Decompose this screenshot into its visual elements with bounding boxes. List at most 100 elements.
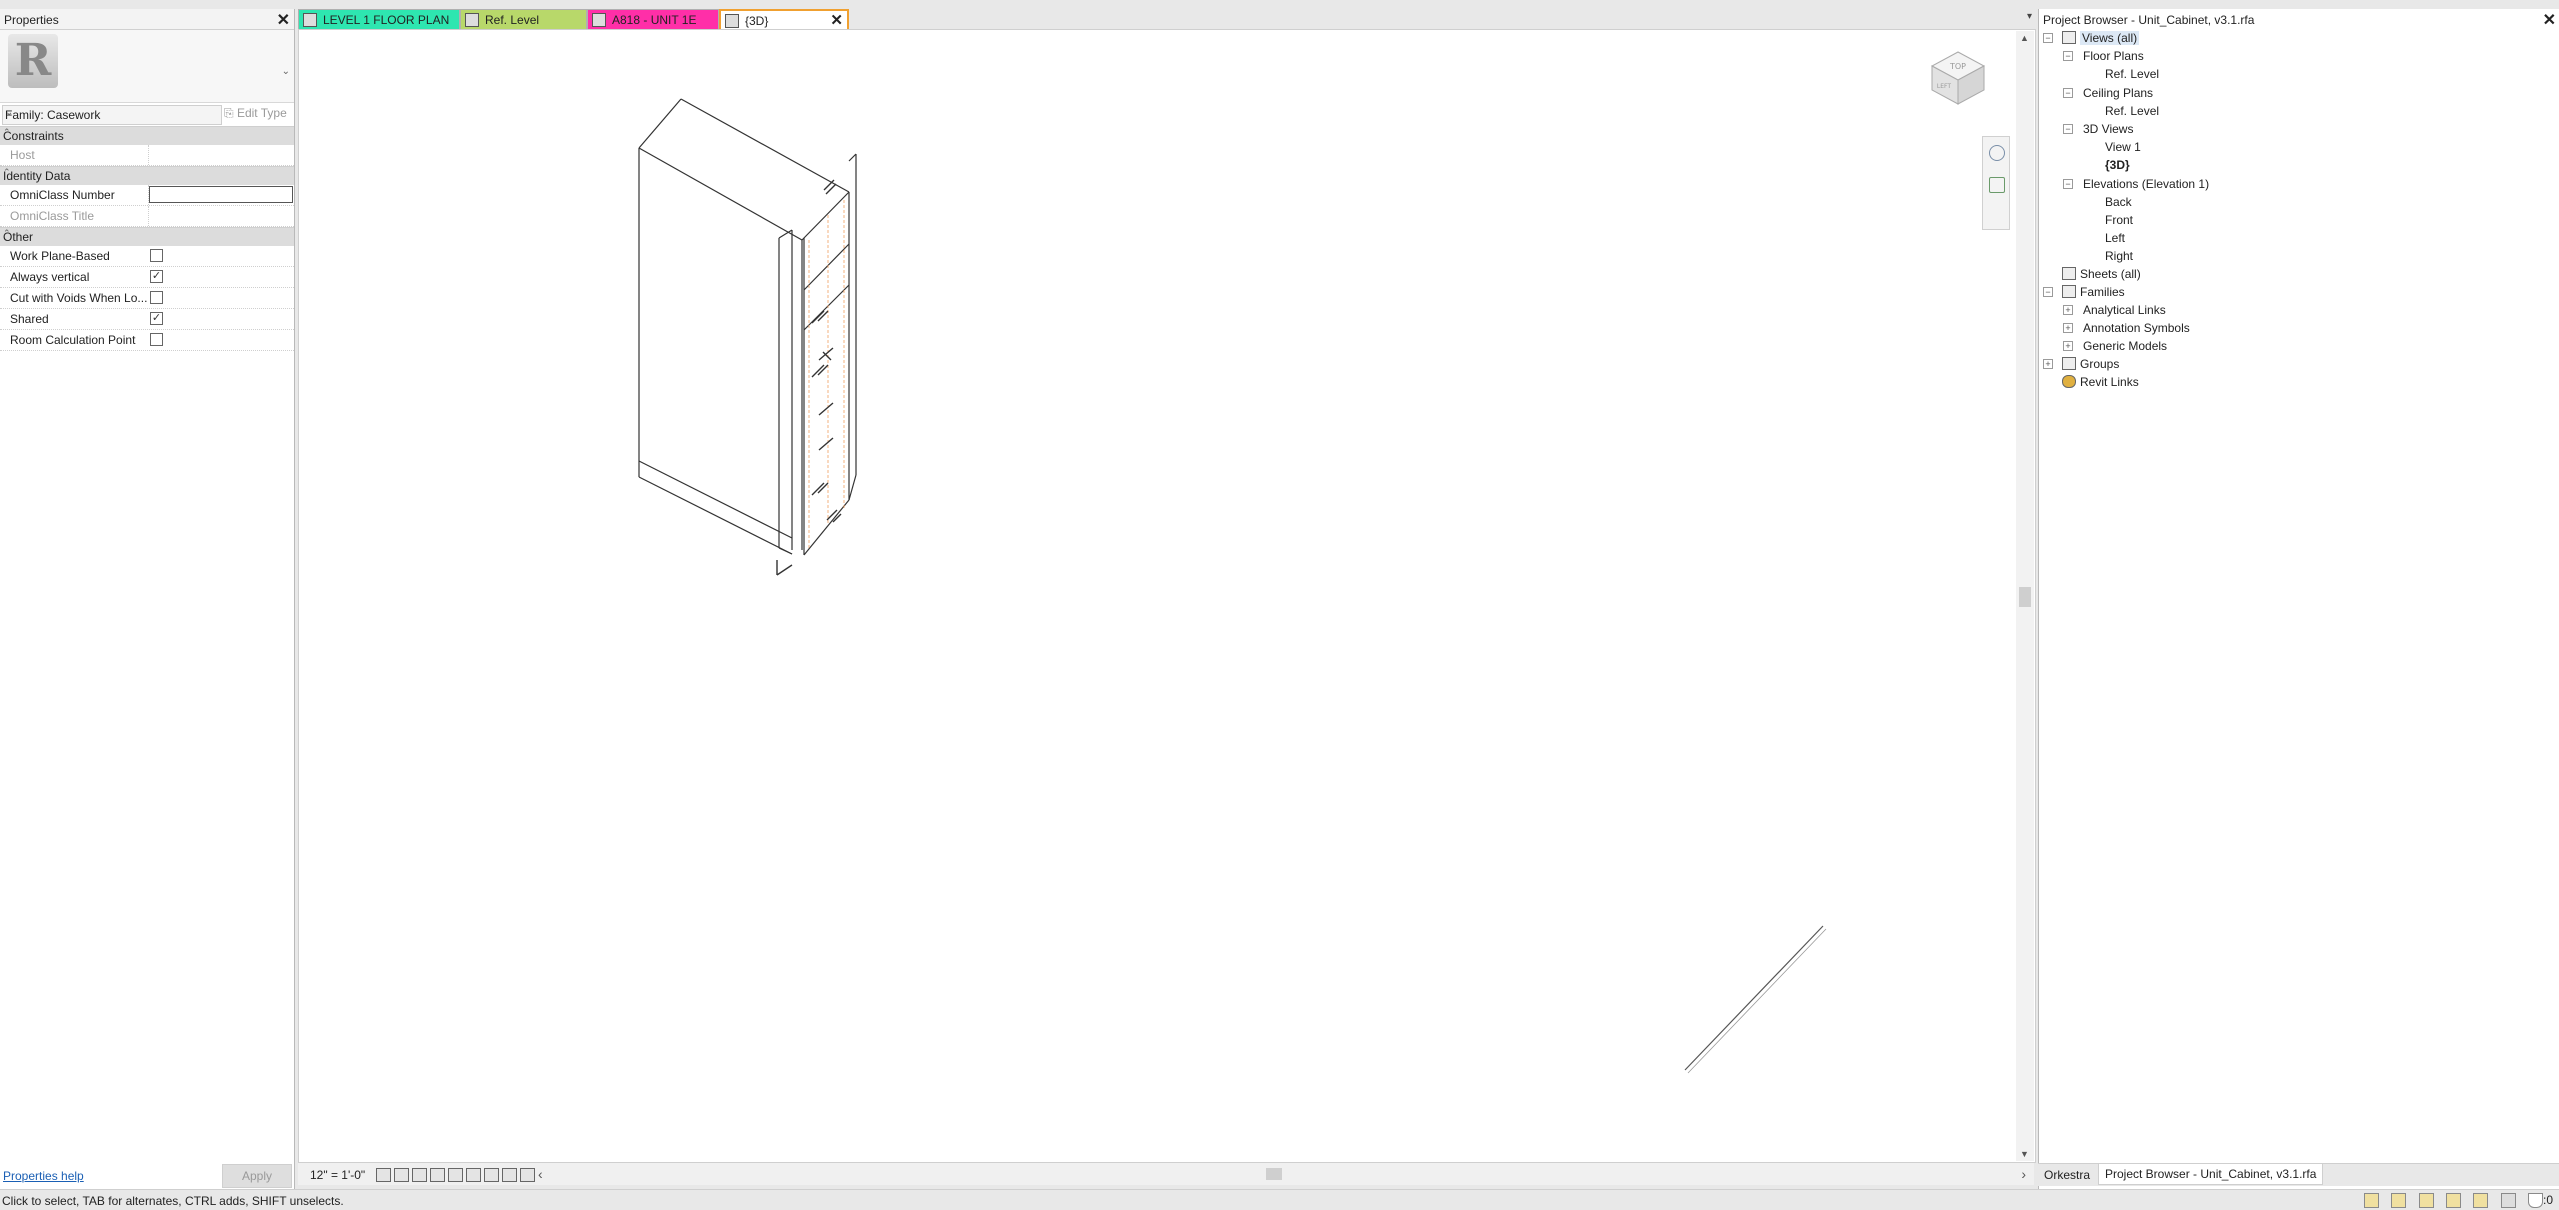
tree-elevation-front[interactable]: Front: [2105, 213, 2133, 227]
expand-toggle[interactable]: +: [2063, 341, 2073, 351]
select-links-icon[interactable]: [2363, 1193, 2379, 1209]
render-icon[interactable]: [448, 1168, 463, 1182]
collapse-toggle[interactable]: −: [2063, 179, 2073, 189]
type-selector[interactable]: R ⌄: [0, 30, 294, 103]
filter-icon[interactable]: [2527, 1193, 2543, 1209]
scroll-right-icon[interactable]: ›: [2021, 1166, 2026, 1182]
scroll-down-icon[interactable]: ▼: [2020, 1149, 2029, 1159]
tree-view-1[interactable]: View 1: [2105, 140, 2141, 154]
close-icon[interactable]: ✕: [277, 10, 290, 30]
tree-groups[interactable]: Groups: [2080, 357, 2119, 371]
tab-orkestra[interactable]: Orkestra: [2044, 1168, 2090, 1182]
always-vertical-checkbox[interactable]: ✓: [150, 270, 163, 283]
family-dropdown[interactable]: Family: Casework ⌄: [2, 105, 222, 125]
expand-toggle[interactable]: +: [2063, 305, 2073, 315]
close-icon[interactable]: ✕: [2543, 10, 2556, 30]
tree-annotation-symbols[interactable]: Annotation Symbols: [2083, 321, 2190, 335]
floor-plan-icon: [465, 13, 479, 27]
collapse-icon[interactable]: ⌃: [3, 167, 290, 178]
tree-ceiling-plan-ref-level[interactable]: Ref. Level: [2105, 104, 2159, 118]
tab-ref-level[interactable]: Ref. Level: [460, 9, 587, 30]
viewcube-icon[interactable]: TOP LEFT: [1928, 48, 1988, 108]
zoom-icon[interactable]: [1989, 177, 2005, 193]
collapse-icon[interactable]: ⌃: [3, 127, 290, 138]
visual-style-icon[interactable]: [394, 1168, 409, 1182]
tree-revit-links[interactable]: Revit Links: [2080, 375, 2139, 389]
tab-a818-unit-1e[interactable]: A818 - UNIT 1E: [587, 9, 719, 30]
room-calculation-point-checkbox[interactable]: [150, 333, 163, 346]
scroll-thumb[interactable]: [2019, 587, 2031, 607]
collapse-toggle[interactable]: −: [2063, 88, 2073, 98]
detail-level-icon[interactable]: [376, 1168, 391, 1182]
collapse-toggle[interactable]: −: [2043, 287, 2053, 297]
properties-title-bar: Properties ✕: [0, 9, 294, 30]
viewcube-face-label: LEFT: [1937, 83, 1951, 90]
crop-view-icon[interactable]: [466, 1168, 481, 1182]
browser-tab-bar: Orkestra Project Browser - Unit_Cabinet,…: [2038, 1163, 2559, 1186]
expand-toggle[interactable]: +: [2043, 359, 2053, 369]
lock-3d-icon[interactable]: [502, 1168, 517, 1182]
vertical-scrollbar[interactable]: ▲ ▼: [2016, 31, 2034, 1161]
tree-elevation-back[interactable]: Back: [2105, 195, 2132, 209]
properties-title: Properties: [4, 13, 59, 27]
tree-views-all[interactable]: Views (all): [2080, 31, 2140, 45]
diagonal-line: [1684, 925, 1824, 1071]
view-control-bar: 12" = 1'-0" ‹ ›: [298, 1162, 2034, 1185]
3d-view-icon: [725, 14, 739, 28]
tree-elevation-left[interactable]: Left: [2105, 231, 2125, 245]
collapse-toggle[interactable]: −: [2063, 51, 2073, 61]
tree-generic-models[interactable]: Generic Models: [2083, 339, 2167, 353]
tree-ceiling-plans[interactable]: Ceiling Plans: [2083, 86, 2153, 100]
collapse-icon[interactable]: ⌃: [3, 228, 290, 239]
work-plane-based-checkbox[interactable]: [150, 249, 163, 262]
tree-analytical-links[interactable]: Analytical Links: [2083, 303, 2166, 317]
edit-type-button[interactable]: ⎘ Edit Type: [224, 106, 287, 121]
select-pinned-icon[interactable]: [2418, 1193, 2434, 1209]
omniclass-title-value: [148, 206, 295, 226]
shared-checkbox[interactable]: ✓: [150, 312, 163, 325]
tree-elevations[interactable]: Elevations (Elevation 1): [2083, 177, 2209, 191]
view-scale[interactable]: 12" = 1'-0": [310, 1168, 365, 1182]
chevron-down-icon: ⌄: [5, 107, 14, 118]
omniclass-number-input[interactable]: [149, 186, 293, 203]
scroll-left-icon[interactable]: ‹: [538, 1166, 543, 1182]
apply-button[interactable]: Apply: [222, 1164, 292, 1188]
tab-project-browser[interactable]: Project Browser - Unit_Cabinet, v3.1.rfa: [2098, 1164, 2324, 1185]
close-icon[interactable]: ✕: [830, 11, 843, 29]
tree-elevation-right[interactable]: Right: [2105, 249, 2133, 263]
drawing-canvas[interactable]: [298, 29, 2036, 1163]
section-other[interactable]: Other ⌃: [0, 227, 294, 246]
section-identity-data[interactable]: Identity Data ⌃: [0, 166, 294, 185]
tree-3d-views[interactable]: 3D Views: [2083, 122, 2133, 136]
tree-floor-plan-ref-level[interactable]: Ref. Level: [2105, 67, 2159, 81]
shadows-icon[interactable]: [430, 1168, 445, 1182]
steering-wheel-icon[interactable]: [1989, 145, 2005, 161]
select-by-face-icon[interactable]: [2445, 1193, 2461, 1209]
properties-help-link[interactable]: Properties help: [3, 1169, 84, 1183]
chevron-down-icon[interactable]: ⌄: [282, 66, 290, 77]
cut-with-voids-checkbox[interactable]: [150, 291, 163, 304]
drag-elements-icon[interactable]: [2473, 1193, 2489, 1209]
tree-families[interactable]: Families: [2080, 285, 2125, 299]
tree-floor-plans[interactable]: Floor Plans: [2083, 49, 2144, 63]
sheet-icon: [592, 13, 606, 27]
collapse-toggle[interactable]: −: [2063, 124, 2073, 134]
collapse-toggle[interactable]: −: [2043, 33, 2053, 43]
horizontal-scroll-thumb[interactable]: [1266, 1168, 1282, 1180]
groups-icon: [2062, 357, 2076, 370]
tree-sheets-all[interactable]: Sheets (all): [2080, 267, 2141, 281]
select-underlay-icon[interactable]: [2391, 1193, 2407, 1209]
view-tab-bar: LEVEL 1 FLOOR PLAN Ref. Level A818 - UNI…: [298, 9, 2034, 32]
scroll-up-icon[interactable]: ▲: [2020, 33, 2029, 43]
background-process-icon[interactable]: [2500, 1193, 2516, 1209]
properties-panel: Properties ✕ R ⌄ Family: Casework ⌄ ⎘ Ed…: [0, 9, 295, 1189]
tree-3d-view[interactable]: {3D}: [2105, 158, 2130, 172]
expand-toggle[interactable]: +: [2063, 323, 2073, 333]
temporary-hide-icon[interactable]: [520, 1168, 535, 1182]
show-crop-icon[interactable]: [484, 1168, 499, 1182]
section-constraints[interactable]: Constraints ⌃: [0, 126, 294, 145]
family-row: Family: Casework ⌄ ⎘ Edit Type: [0, 104, 294, 126]
sun-path-icon[interactable]: [412, 1168, 427, 1182]
tab-level-1-floor-plan[interactable]: LEVEL 1 FLOOR PLAN: [298, 9, 460, 30]
tab-overflow-icon[interactable]: ▾: [2027, 11, 2032, 22]
